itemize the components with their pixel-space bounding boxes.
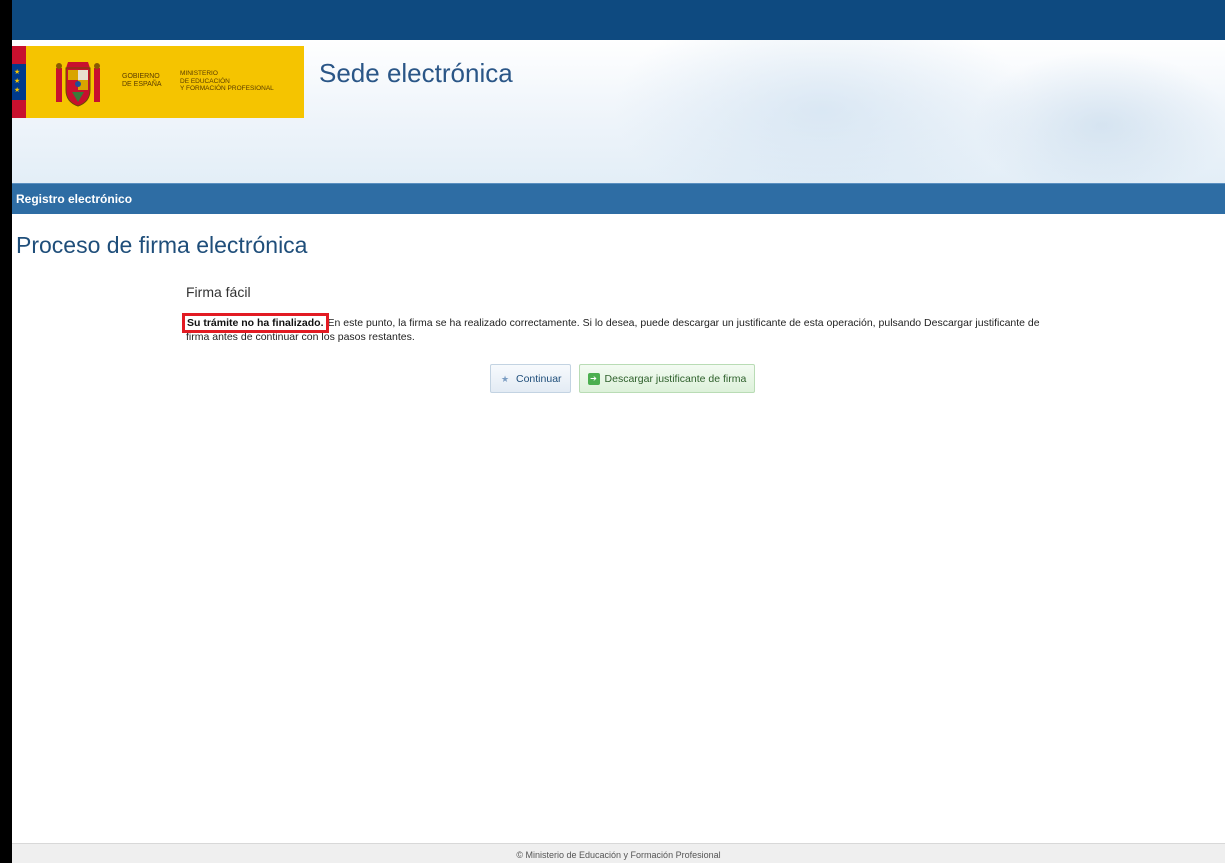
footer-copyright: © Ministerio de Educación y Formación Pr… xyxy=(516,850,721,860)
header-decoration xyxy=(972,50,1225,183)
top-bar xyxy=(12,0,1225,40)
download-label: Descargar justificante de firma xyxy=(604,372,747,385)
header-decoration xyxy=(612,40,1032,183)
ministry-name: MINISTERIO DE EDUCACIÓN Y FORMACIÓN PROF… xyxy=(180,70,300,93)
page-title: Proceso de firma electrónica xyxy=(16,232,308,258)
site-title: Sede electrónica xyxy=(319,58,513,88)
status-warning: Su trámite no ha finalizado. xyxy=(182,313,329,333)
eu-stars-icon: ★ ★ ★ xyxy=(14,69,21,94)
ministry-text-line: DE EDUCACIÓN xyxy=(180,77,230,85)
gov-text-line: DE ESPAÑA xyxy=(122,81,162,88)
ministry-text-line: MINISTERIO xyxy=(180,70,218,77)
coat-of-arms-icon xyxy=(56,62,100,107)
action-buttons: ★ Continuar ➔ Descargar justificante de … xyxy=(490,364,756,393)
continue-label: Continuar xyxy=(516,372,562,385)
government-logo[interactable]: ★ ★ ★ GOBIERNO DE ESPAÑA MINISTERIO DE E… xyxy=(12,46,304,118)
continue-button[interactable]: ★ Continuar xyxy=(490,364,571,393)
browser-page: ★ ★ ★ GOBIERNO DE ESPAÑA MINISTERIO DE E… xyxy=(0,0,1225,863)
gov-text-line: GOBIERNO xyxy=(122,73,160,80)
footer: © Ministerio de Educación y Formación Pr… xyxy=(12,843,1225,863)
download-icon: ➔ xyxy=(587,372,600,385)
ministry-text-line: Y FORMACIÓN PROFESIONAL xyxy=(180,85,274,92)
site-header: ★ ★ ★ GOBIERNO DE ESPAÑA MINISTERIO DE E… xyxy=(12,40,1225,183)
download-receipt-button[interactable]: ➔ Descargar justificante de firma xyxy=(578,364,756,393)
arrow-icon: ★ xyxy=(500,373,510,384)
breadcrumb-registro[interactable]: Registro electrónico xyxy=(16,192,132,206)
government-name: GOBIERNO DE ESPAÑA xyxy=(122,73,182,89)
breadcrumb-bar: Registro electrónico xyxy=(12,183,1225,214)
section-title: Firma fácil xyxy=(186,284,251,300)
status-message: Su trámite no ha finalizado. En este punt… xyxy=(182,313,1056,344)
